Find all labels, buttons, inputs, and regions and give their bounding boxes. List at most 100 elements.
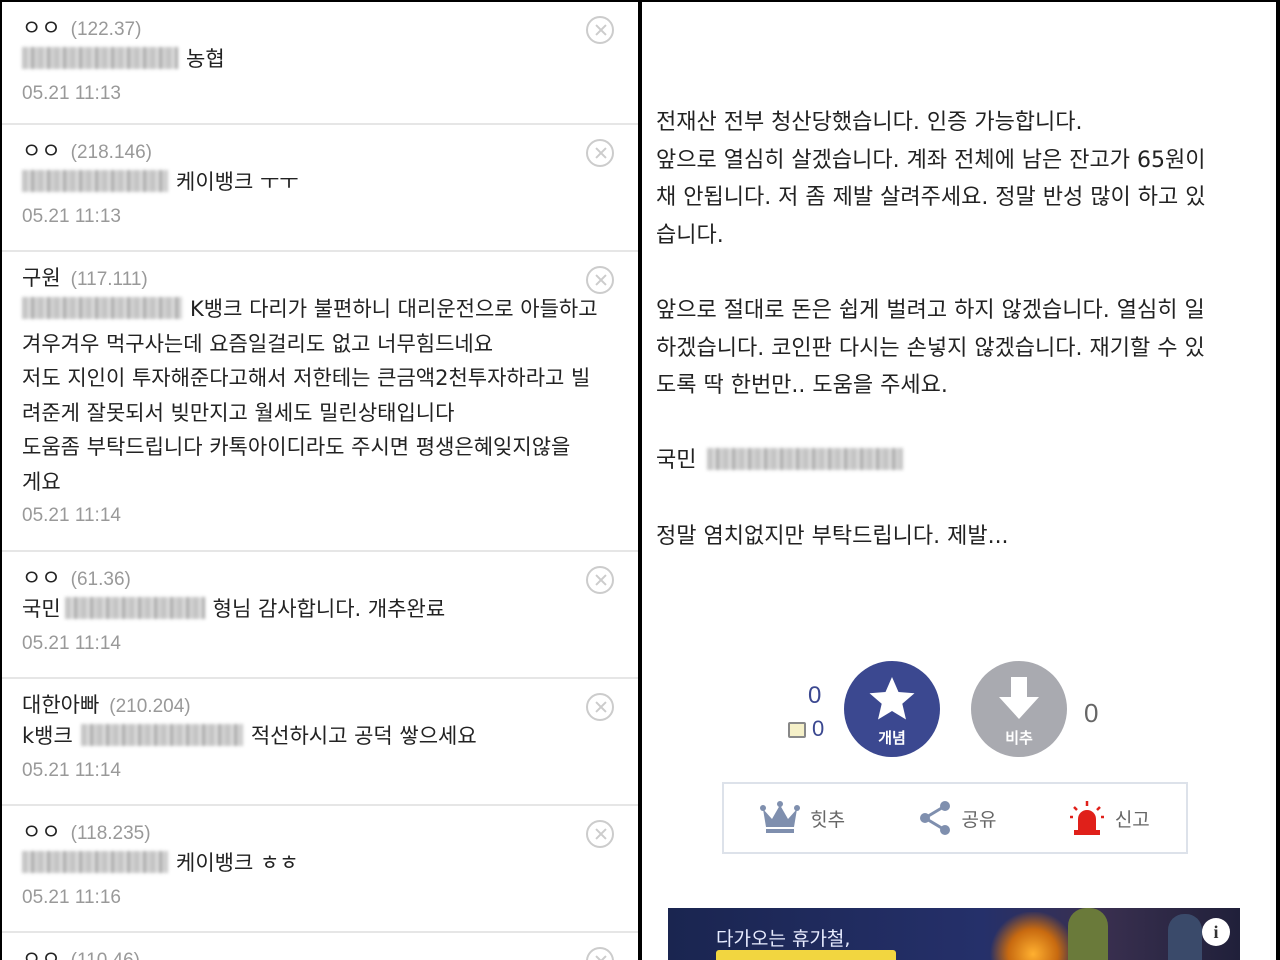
comment-text: k뱅크 <box>22 724 73 748</box>
comment-ip: (122.37) <box>70 19 142 40</box>
comment-list: ㅇㅇ (122.37) 농협 05.21 11:13 ㅇㅇ (218.146) … <box>2 2 638 960</box>
downvote-count: 0 <box>1084 698 1099 728</box>
upvote-button[interactable]: 개념 <box>844 661 940 757</box>
vote-area: 0 0 개념 비추 0 <box>642 658 1276 758</box>
ad-banner[interactable]: 다가오는 휴가철, i <box>668 908 1240 960</box>
delete-comment-icon[interactable] <box>586 266 614 294</box>
comment-item: ㅇㅇ (218.146) 케이뱅크 ㅜㅜ 05.21 11:13 <box>2 125 638 252</box>
comment-author[interactable]: ㅇㅇ <box>22 135 61 165</box>
comment-text: 케이뱅크 ㅎㅎ <box>176 851 299 875</box>
report-button[interactable]: 신고 <box>1069 800 1150 836</box>
comment-header: ㅇㅇ (218.146) <box>22 135 618 163</box>
delete-comment-icon[interactable] <box>586 16 614 44</box>
info-icon[interactable]: i <box>1202 918 1230 946</box>
redacted-account-number <box>22 170 168 192</box>
delete-comment-icon[interactable] <box>586 820 614 848</box>
share-label: 공유 <box>961 808 997 831</box>
comment-item-partial: ㅇㅇ (110.46) <box>2 933 638 960</box>
post-line: 채 안됩니다. 저 좀 제발 살려주세요. 정말 반성 많이 하고 있 <box>656 185 1206 211</box>
comment-header: ㅇㅇ (61.36) <box>22 562 618 590</box>
post-content: 전재산 전부 청산당했습니다. 인증 가능합니다. 앞으로 열심히 살겠습니다.… <box>656 104 1256 555</box>
post-actions: 힛추 공유 신고 <box>722 782 1188 854</box>
account-bank: 국민 <box>656 448 697 474</box>
comment-ip: (117.111) <box>70 269 148 290</box>
comment-date: 05.21 11:13 <box>22 205 121 227</box>
post-line: 정말 염치없지만 부탁드립니다. 제발... <box>656 523 1009 549</box>
downvote-button[interactable]: 비추 <box>971 661 1067 757</box>
upvote-count: 0 <box>808 682 822 709</box>
comment-line: 저도 지인이 투자해준다고해서 저한테는 큰금액2천투자하라고 빌 <box>22 366 591 390</box>
comment-body: 국민 형님 감사합니다. 개추완료 <box>22 592 618 627</box>
comment-header: ㅇㅇ (122.37) <box>22 12 618 40</box>
downvote-label: 비추 <box>1005 729 1033 747</box>
redacted-account-number <box>22 851 168 873</box>
post-line: 습니다. <box>656 222 724 248</box>
comment-author[interactable]: ㅇㅇ <box>22 562 61 592</box>
comment-item: ㅇㅇ (61.36) 국민 형님 감사합니다. 개추완료 05.21 11:14 <box>2 552 638 679</box>
comment-line: 게요 <box>22 469 61 494</box>
banner-person-image <box>1168 914 1202 960</box>
comment-line: K뱅크 다리가 불편하니 대리운전으로 아들하고 <box>22 292 618 327</box>
comment-text: 국민 <box>22 597 61 621</box>
siren-icon <box>1069 801 1104 835</box>
delete-comment-icon[interactable] <box>586 693 614 721</box>
share-icon <box>919 801 950 835</box>
screen: ㅇㅇ (122.37) 농협 05.21 11:13 ㅇㅇ (218.146) … <box>0 0 1280 960</box>
comment-header: ㅇㅇ (118.235) <box>22 816 618 844</box>
comment-body: 농협 <box>22 42 618 77</box>
crown-icon <box>760 801 801 833</box>
comment-line: 케이뱅크 ㅎㅎ <box>22 846 618 881</box>
post-line: 전재산 전부 청산당했습니다. 인증 가능합니다. <box>656 110 1083 135</box>
post-line: 앞으로 절대로 돈은 쉽게 벌려고 하지 않겠습니다. 열심히 일 <box>656 297 1205 323</box>
comment-author[interactable]: 구원 <box>22 262 61 292</box>
banner-tent-image <box>988 912 1078 960</box>
fix-nick-icon <box>788 722 806 738</box>
delete-comment-icon[interactable] <box>586 566 614 594</box>
comment-line: 국민 형님 감사합니다. 개추완료 <box>22 592 618 627</box>
comment-item: 대한아빠 (210.204) k뱅크 적선하시고 공덕 쌓으세요 05.21 11… <box>2 679 638 806</box>
comment-body: k뱅크 적선하시고 공덕 쌓으세요 <box>22 719 618 754</box>
comment-author[interactable]: 대한아빠 <box>22 689 99 719</box>
redacted-account-number <box>22 47 178 69</box>
comment-line: 농협 <box>22 42 618 77</box>
arrow-down-icon <box>999 677 1039 719</box>
delete-comment-icon[interactable] <box>586 139 614 167</box>
comment-text: 적선하시고 공덕 쌓으세요 <box>250 724 477 748</box>
banner-subtext <box>716 950 896 960</box>
comment-line: 겨우겨우 먹구사는데 요즘일걸리도 없고 너무힘드네요 <box>22 331 494 356</box>
redacted-account-number <box>80 724 243 746</box>
redacted-account-number <box>22 297 182 319</box>
share-button[interactable]: 공유 <box>918 800 997 836</box>
comment-ip: (218.146) <box>70 142 152 163</box>
comment-body: K뱅크 다리가 불편하니 대리운전으로 아들하고 겨우겨우 먹구사는데 요즘일걸… <box>22 292 618 499</box>
comment-author[interactable]: ㅇㅇ <box>22 943 61 960</box>
post-panel: 전재산 전부 청산당했습니다. 인증 가능합니다. 앞으로 열심히 살겠습니다.… <box>642 2 1276 960</box>
star-icon <box>869 677 915 720</box>
comment-text: K뱅크 다리가 불편하니 대리운전으로 아들하고 <box>190 297 598 321</box>
hit-recommend-button[interactable]: 힛추 <box>760 801 845 835</box>
comment-ip: (61.36) <box>70 569 131 590</box>
post-line: 도록 딱 한번만.. 도움을 주세요. <box>656 373 948 399</box>
comment-text: 형님 감사합니다. 개추완료 <box>212 597 446 621</box>
banner-text: 다가오는 휴가철, <box>716 928 851 950</box>
comment-header: 구원 (117.111) <box>22 262 618 290</box>
comment-date: 05.21 11:16 <box>22 886 121 908</box>
comment-text: 케이뱅크 ㅜㅜ <box>176 170 299 194</box>
comment-author[interactable]: ㅇㅇ <box>22 816 61 846</box>
comment-ip: (110.46) <box>71 950 140 960</box>
comment-header: 대한아빠 (210.204) <box>22 689 618 717</box>
comment-body: 케이뱅크 ㅜㅜ <box>22 165 618 200</box>
comment-author[interactable]: ㅇㅇ <box>22 12 61 42</box>
comment-item: ㅇㅇ (122.37) 농협 05.21 11:13 <box>2 2 638 125</box>
comment-item: 구원 (117.111) K뱅크 다리가 불편하니 대리운전으로 아들하고 겨우… <box>2 252 638 552</box>
comment-line: 려준게 잘못되서 빚만지고 월세도 밀린상태입니다 <box>22 400 455 425</box>
comment-line: k뱅크 적선하시고 공덕 쌓으세요 <box>22 719 618 754</box>
post-line: 앞으로 열심히 살겠습니다. 계좌 전체에 남은 잔고가 65원이 <box>656 147 1206 173</box>
redacted-account-number <box>707 448 904 471</box>
fix-nick-upvote-count: 0 <box>812 716 825 741</box>
comment-text: 농협 <box>186 47 225 71</box>
comment-line: 케이뱅크 ㅜㅜ <box>22 165 618 200</box>
